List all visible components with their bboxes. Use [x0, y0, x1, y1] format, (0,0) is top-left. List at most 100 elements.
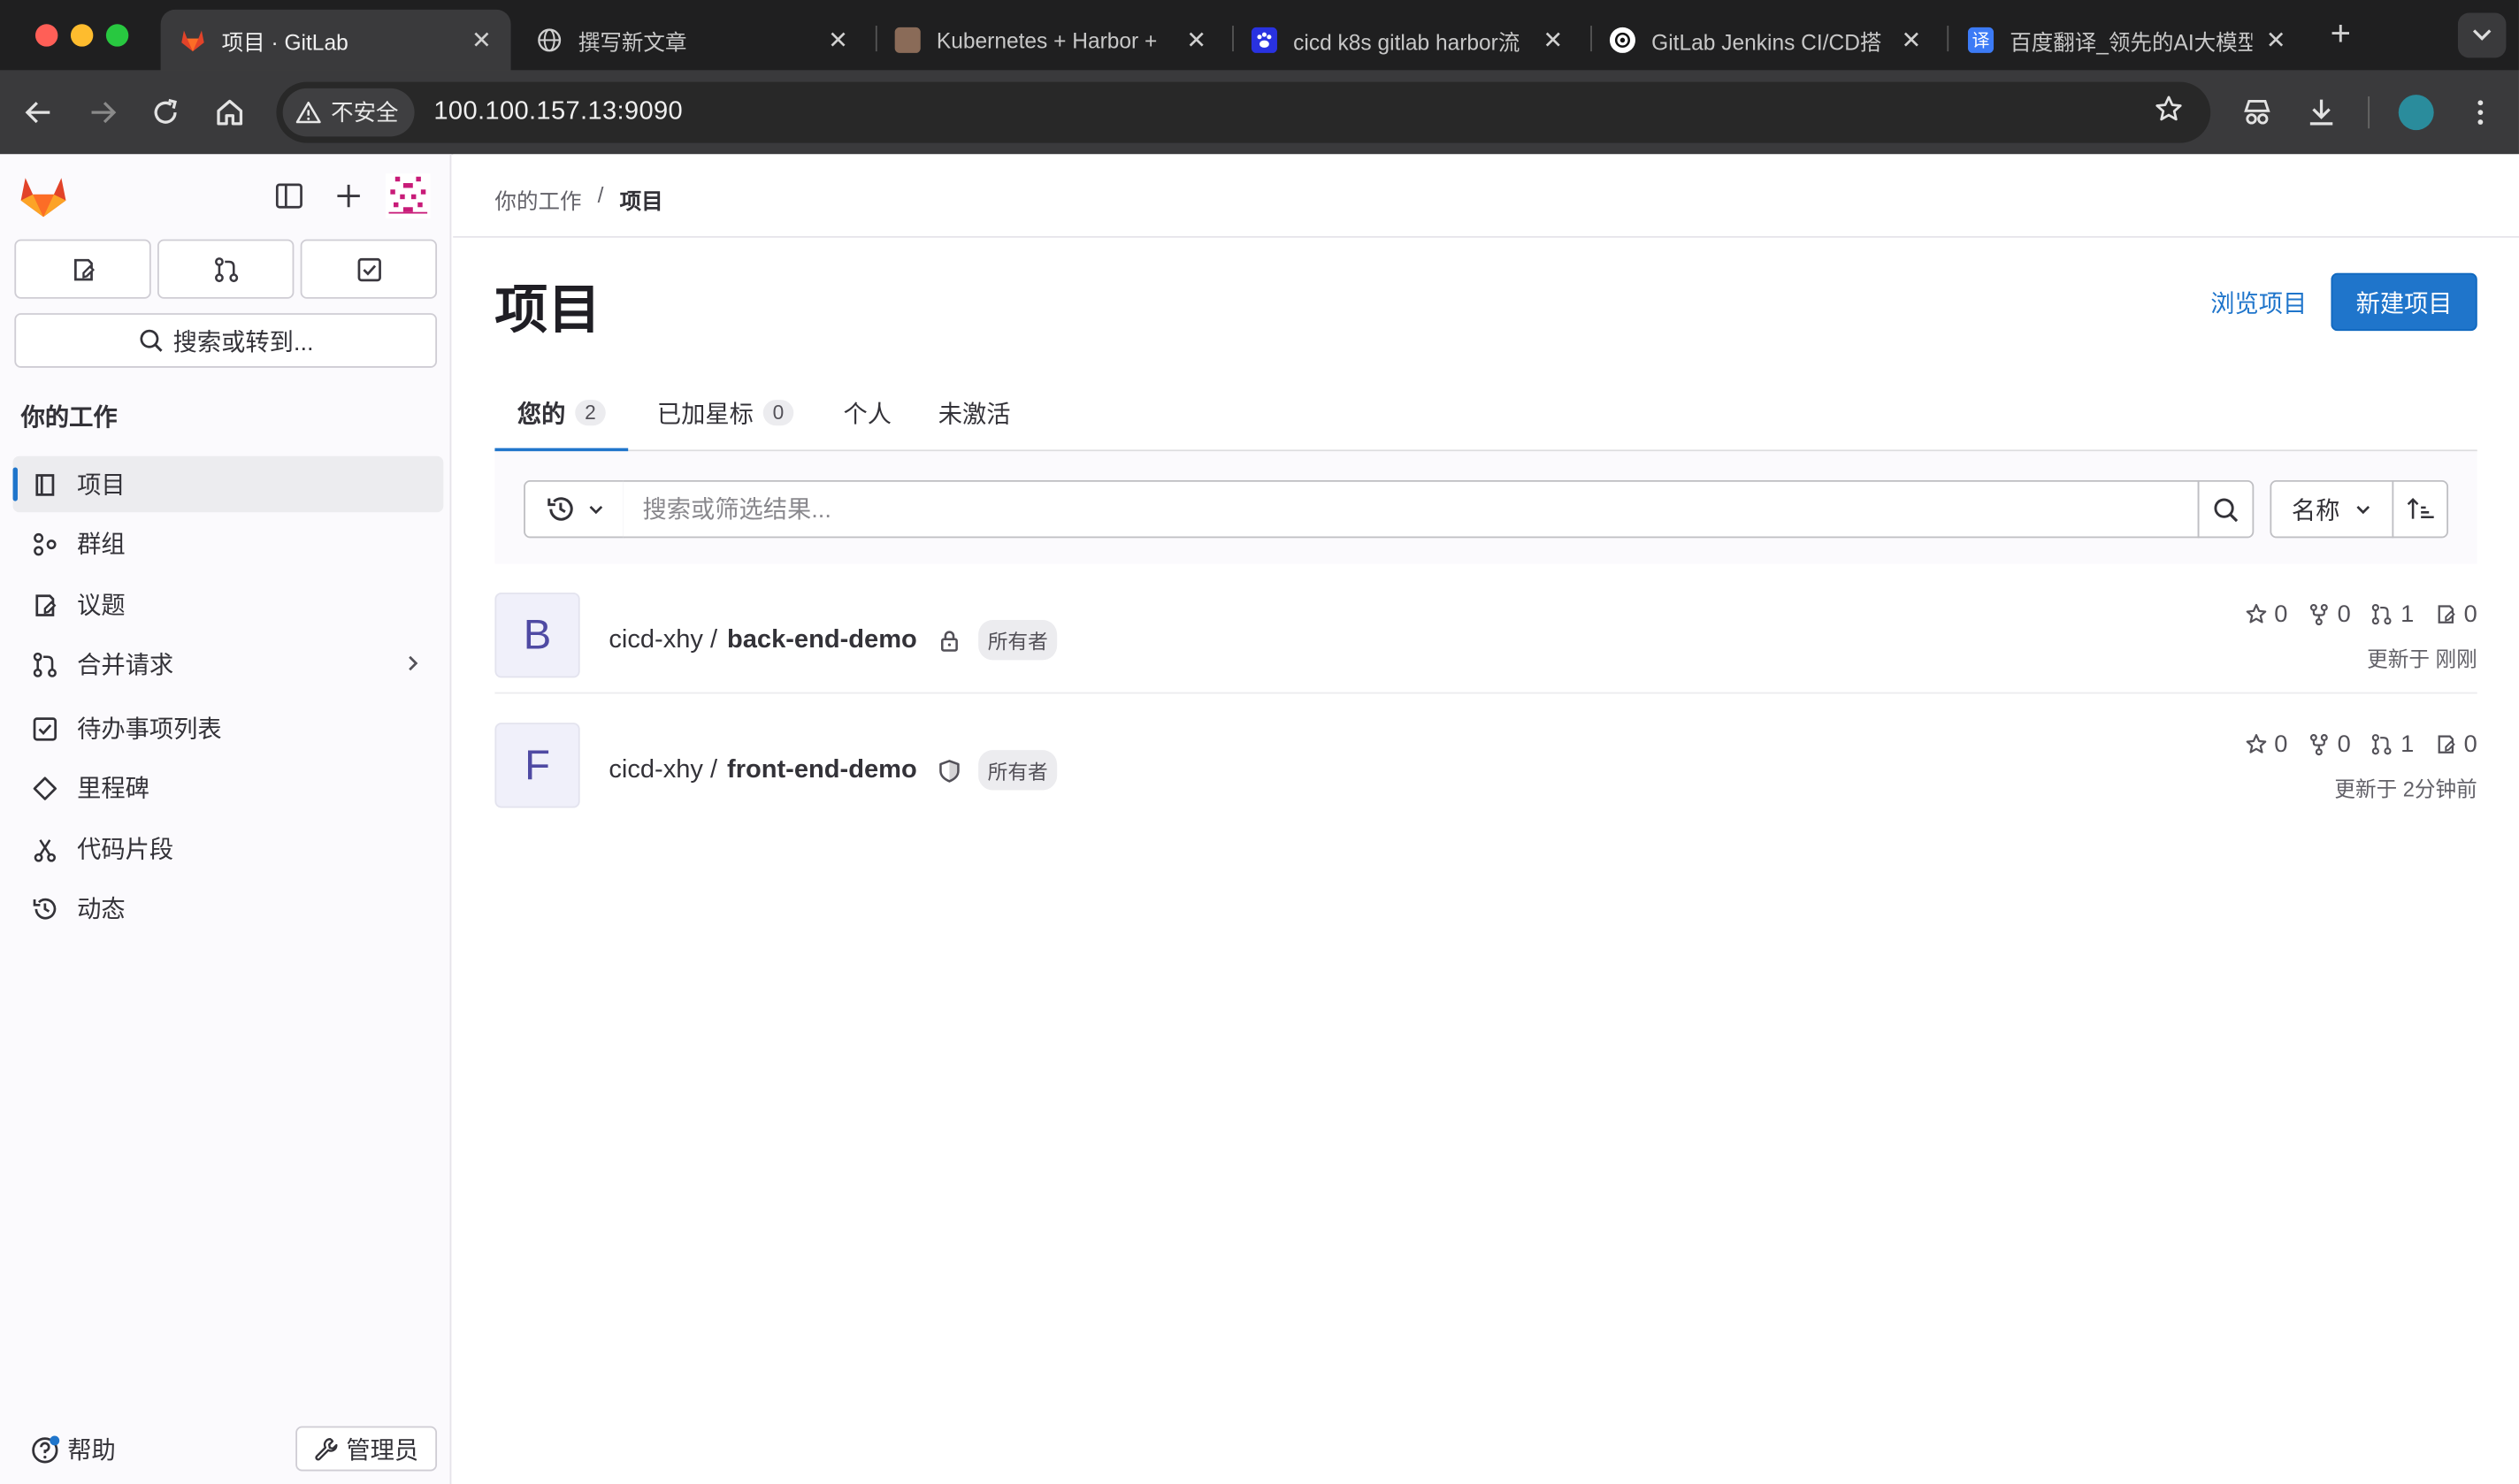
sidebar-item-label: 代码片段: [77, 837, 174, 865]
snippet-icon: [29, 833, 61, 865]
merge-request-icon: [2370, 732, 2394, 756]
close-tab-icon[interactable]: ✕: [828, 26, 848, 55]
sidebar-item-todo[interactable]: 待办事项列表: [13, 700, 444, 757]
close-tab-icon[interactable]: ✕: [471, 26, 492, 55]
merge-request-icon: [211, 255, 241, 284]
help-button[interactable]: 帮助: [29, 1433, 116, 1466]
project-tabs: 您的 2 已加星标 0 个人 未激活: [494, 376, 2477, 452]
merge-requests-button[interactable]: [157, 239, 295, 299]
recent-searches-button[interactable]: [524, 479, 625, 539]
browser-tab-baidu-translate[interactable]: 译 百度翻译_领先的AI大模型 ✕: [1949, 10, 2305, 71]
todo-list-button[interactable]: [300, 239, 438, 299]
tab-search-button[interactable]: [2457, 12, 2507, 58]
forks-count[interactable]: 0: [2307, 731, 2351, 758]
help-icon: [29, 1434, 61, 1465]
browser-tab-bar: 项目 · GitLab ✕ 撰写新文章 ✕ Kubernetes + Harbo…: [0, 0, 2519, 71]
issues-count[interactable]: 0: [2433, 600, 2477, 628]
merge-requests-value: 1: [2400, 600, 2415, 629]
project-row: B cicd-xhy / back-end-demo 所有者 0 0 1 0 更…: [494, 565, 2477, 694]
create-new-icon[interactable]: [329, 177, 368, 216]
sidebar-item-activity[interactable]: 动态: [13, 880, 444, 937]
user-avatar[interactable]: [385, 173, 431, 218]
sort-by-dropdown[interactable]: 名称: [2270, 479, 2394, 539]
new-project-button[interactable]: 新建项目: [2331, 272, 2477, 332]
browser-tab-cicd-k8s[interactable]: cicd k8s gitlab harbor流 ✕: [1232, 10, 1582, 71]
sidebar-item-groups[interactable]: 群组: [13, 516, 444, 572]
fork-icon: [2307, 732, 2331, 756]
sidebar-item-merge-requests[interactable]: 合并请求: [13, 636, 444, 692]
back-icon[interactable]: [19, 93, 58, 132]
tab-title: cicd k8s gitlab harbor流: [1293, 30, 1520, 55]
stars-count[interactable]: 0: [2244, 600, 2287, 628]
project-name-link[interactable]: cicd-xhy / back-end-demo 所有者: [609, 619, 1058, 661]
chevron-down-icon: [586, 500, 605, 519]
tab-starred[interactable]: 已加星标 0: [657, 376, 794, 450]
close-tab-icon[interactable]: ✕: [1543, 26, 1563, 55]
search-submit-button[interactable]: [2197, 479, 2255, 539]
stars-count[interactable]: 0: [2244, 731, 2287, 758]
address-bar[interactable]: 不安全 100.100.157.13:9090: [276, 81, 2211, 143]
reload-icon[interactable]: [146, 93, 185, 132]
forks-count[interactable]: 0: [2307, 600, 2351, 628]
profile-avatar[interactable]: [2397, 93, 2436, 132]
search-input[interactable]: [623, 479, 2200, 539]
project-name-link[interactable]: cicd-xhy / front-end-demo 所有者: [609, 750, 1058, 791]
close-tab-icon[interactable]: ✕: [1186, 26, 1206, 55]
project-namespace: cicd-xhy /: [609, 755, 718, 784]
breadcrumb-item-projects[interactable]: 项目: [620, 183, 663, 215]
project-avatar[interactable]: F: [494, 723, 580, 808]
gitlab-logo-icon[interactable]: [19, 173, 67, 218]
baidu-paw-icon: [1251, 27, 1277, 53]
browser-tab-jenkins[interactable]: GitLab Jenkins CI/CD搭 ✕: [1590, 10, 1941, 71]
tab-count-badge: 0: [762, 400, 794, 426]
more-menu-icon[interactable]: [2462, 93, 2500, 132]
browser-tab-kubernetes[interactable]: Kubernetes + Harbor + ✕: [876, 10, 1226, 71]
breadcrumb-separator: /: [597, 183, 604, 208]
issues-count[interactable]: 0: [2433, 731, 2477, 758]
url-text: 100.100.157.13:9090: [433, 97, 684, 126]
sort-direction-button[interactable]: [2392, 479, 2449, 539]
minimize-window-button[interactable]: [70, 24, 94, 47]
toggle-sidebar-icon[interactable]: [270, 177, 309, 216]
close-tab-icon[interactable]: ✕: [2266, 26, 2286, 55]
close-window-button[interactable]: [34, 24, 58, 47]
new-tab-button[interactable]: +: [2320, 13, 2362, 55]
sidebar-item-snippets[interactable]: 代码片段: [13, 821, 444, 877]
close-tab-icon[interactable]: ✕: [1901, 26, 1921, 55]
security-indicator[interactable]: 不安全: [282, 88, 415, 137]
sidebar-item-issues[interactable]: 议题: [13, 577, 444, 633]
breadcrumb-item-your-work[interactable]: 你的工作: [494, 183, 581, 215]
maximize-window-button[interactable]: [105, 24, 129, 47]
home-icon[interactable]: [211, 93, 249, 132]
download-icon[interactable]: [2302, 93, 2341, 132]
project-stats: 0 0 1 0: [2244, 600, 2477, 628]
merge-requests-count[interactable]: 1: [2370, 600, 2415, 629]
explore-projects-link[interactable]: 浏览项目: [2210, 286, 2307, 319]
browser-tab-gitlab[interactable]: 项目 · GitLab ✕: [160, 9, 511, 71]
tab-personal[interactable]: 个人: [844, 376, 892, 450]
forks-value: 0: [2337, 731, 2351, 759]
project-avatar[interactable]: B: [494, 593, 580, 678]
page-title: 项目: [494, 279, 601, 340]
star-icon: [2244, 602, 2268, 626]
sidebar-item-milestones[interactable]: 里程碑: [13, 760, 444, 816]
bookmark-star-icon[interactable]: [2153, 93, 2185, 125]
search-or-goto-button[interactable]: 搜索或转到...: [14, 313, 438, 368]
forward-icon[interactable]: [83, 93, 122, 132]
tab-yours[interactable]: 您的 2: [494, 376, 629, 452]
tab-inactive[interactable]: 未激活: [938, 376, 1011, 450]
merge-requests-value: 1: [2400, 731, 2415, 759]
assigned-issues-button[interactable]: [14, 239, 151, 299]
updated-timestamp: 更新于 刚刚: [2367, 646, 2477, 672]
admin-label: 管理员: [346, 1436, 419, 1465]
merge-request-icon: [29, 648, 61, 680]
sidebar-item-projects[interactable]: 项目: [12, 455, 444, 513]
group-icon: [29, 528, 61, 560]
merge-requests-count[interactable]: 1: [2370, 731, 2415, 759]
todo-icon: [354, 255, 383, 284]
project-row: F cicd-xhy / front-end-demo 所有者 0 0 1 0 …: [494, 695, 2477, 823]
search-icon: [2212, 495, 2240, 523]
browser-tab-write-article[interactable]: 撰写新文章 ✕: [517, 10, 868, 71]
admin-area-button[interactable]: 管理员: [295, 1426, 438, 1472]
incognito-icon[interactable]: [2238, 93, 2277, 132]
